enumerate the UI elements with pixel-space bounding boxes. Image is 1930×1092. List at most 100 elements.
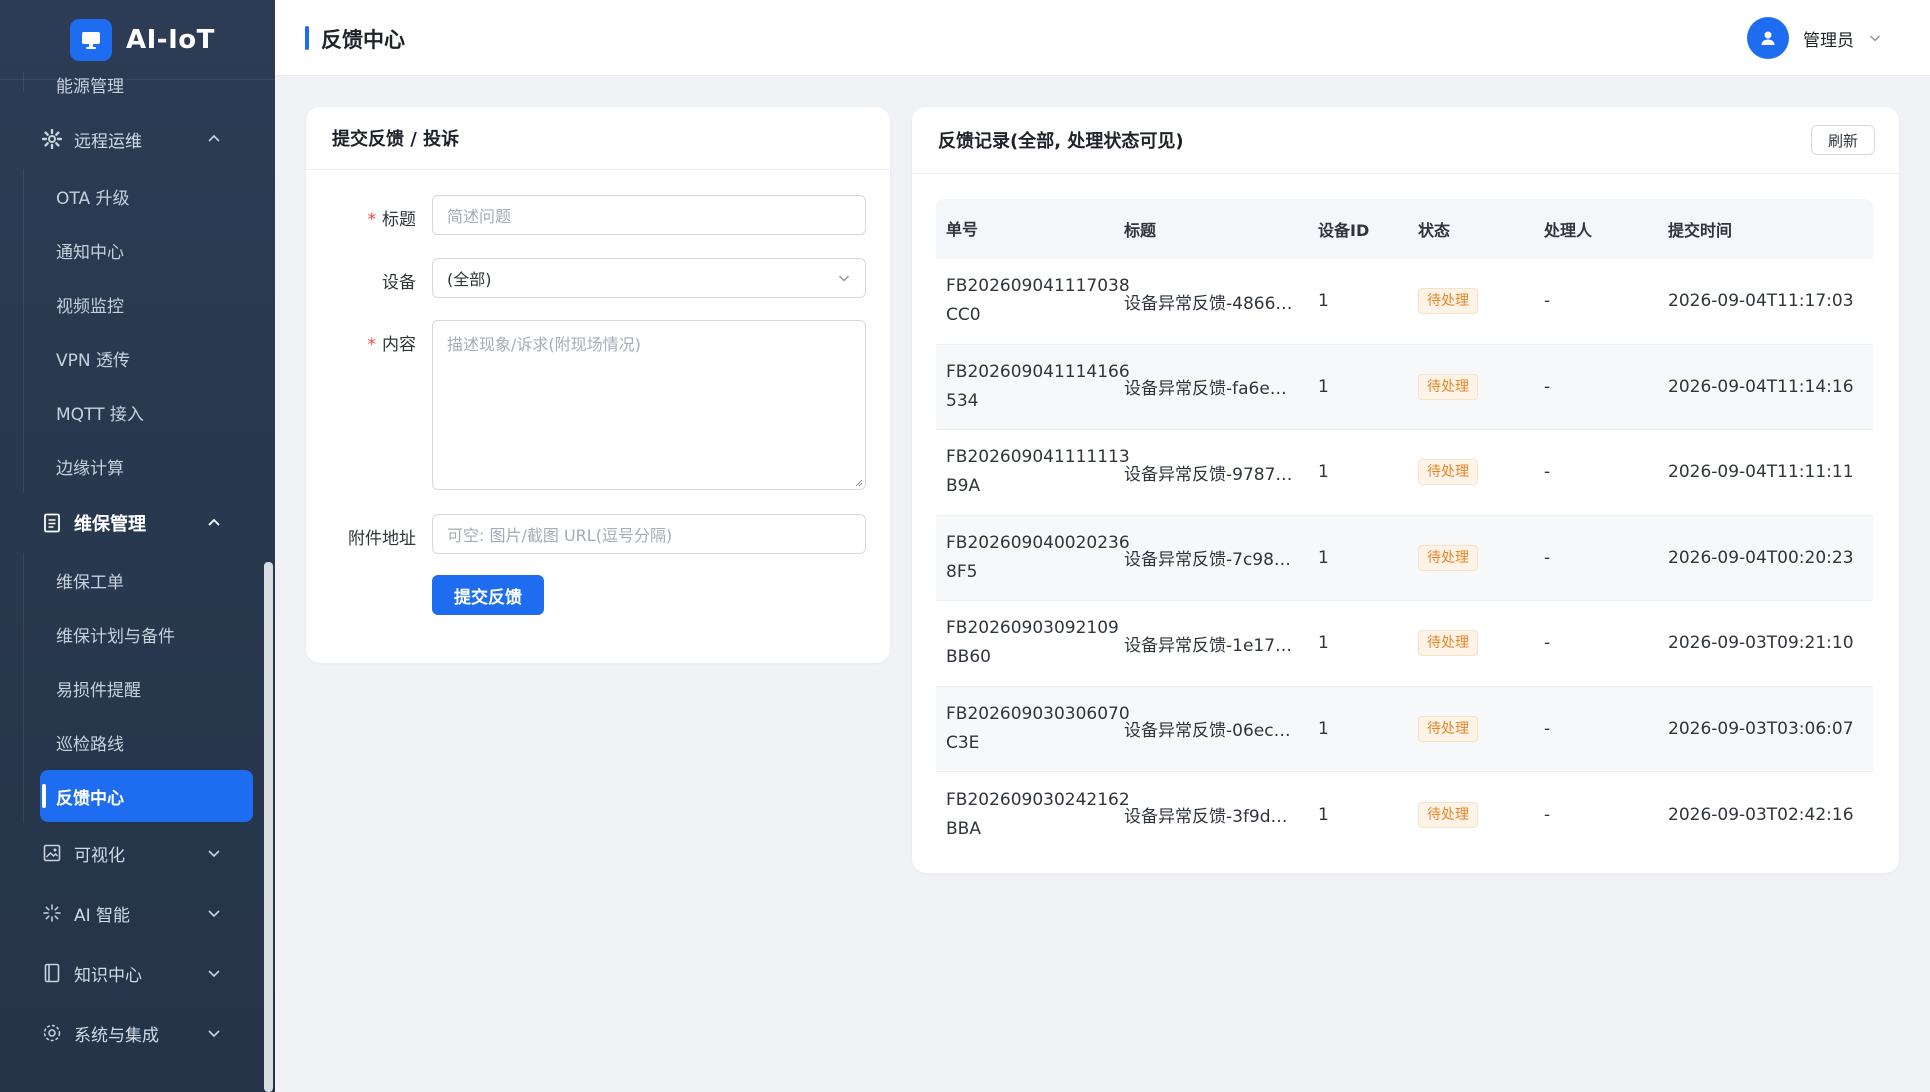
cell-title: 设备异常反馈-7c98… xyxy=(1124,550,1291,571)
sidebar-group-system[interactable]: 系统与集成 xyxy=(0,1003,275,1063)
sidebar-item-video[interactable]: 视频监控 xyxy=(0,277,275,331)
submit-feedback-button[interactable]: 提交反馈 xyxy=(432,575,544,615)
sidebar-item-wear-parts[interactable]: 易损件提醒 xyxy=(0,661,275,715)
sidebar-item-edge[interactable]: 边缘计算 xyxy=(0,439,275,493)
attachment-input[interactable]: 可空: 图片/截图 URL(逗号分隔) xyxy=(432,514,866,554)
cell-device: 1 xyxy=(1318,291,1329,312)
col-header-title[interactable]: 标题 xyxy=(1124,217,1318,241)
sidebar-group-label: AI 智能 xyxy=(74,905,131,926)
cell-title: 设备异常反馈-1e17… xyxy=(1124,635,1293,656)
title-accent-bar xyxy=(305,26,309,50)
sidebar-group-knowledge[interactable]: 知识中心 xyxy=(0,943,275,1003)
chevron-down-icon xyxy=(208,970,220,978)
table-row[interactable]: FB202609041117038 CC0 设备异常反馈-4866… 1 待处理 … xyxy=(936,259,1873,345)
records-table: 单号 标题 设备ID 状态 处理人 提交时间 FB202609041117038… xyxy=(936,199,1873,858)
user-menu[interactable]: 管理员 xyxy=(1747,16,1882,60)
sidebar-item-notification[interactable]: 通知中心 xyxy=(0,223,275,277)
sidebar-group-ai[interactable]: AI 智能 xyxy=(0,883,275,943)
cell-id-line1: FB202609040020236 xyxy=(946,532,1130,553)
sidebar-item-label: 视频监控 xyxy=(56,296,124,317)
content-placeholder: 描述现象/诉求(附现场情况) xyxy=(447,335,641,354)
cell-title: 设备异常反馈-3f9d… xyxy=(1124,807,1288,828)
col-header-status[interactable]: 状态 xyxy=(1418,217,1544,241)
sidebar-group-label: 可视化 xyxy=(74,845,125,866)
cell-id: FB20260903092109 BB60 xyxy=(936,614,1124,672)
table-row[interactable]: FB20260903092109 BB60 设备异常反馈-1e17… 1 待处理 … xyxy=(936,601,1873,687)
table-row[interactable]: FB202609030306070 C3E 设备异常反馈-06ec… 1 待处理 … xyxy=(936,686,1873,772)
sidebar-item-label: 易损件提醒 xyxy=(56,680,141,701)
feedback-records-card: 反馈记录(全部, 处理状态可见) 刷新 单号 标题 设备ID 状态 处理人 提交… xyxy=(912,107,1899,873)
sidebar-item-patrol-routes[interactable]: 巡检路线 xyxy=(0,715,275,769)
cell-device: 1 xyxy=(1318,547,1329,568)
sidebar: AI-IoT 能源管理 远程运维 OTA 升级 通知中心 视频监控 VPN 透传… xyxy=(0,0,275,1092)
device-select[interactable]: (全部) xyxy=(432,258,866,298)
sidebar-item-label: 通知中心 xyxy=(56,242,124,263)
cell-id: FB202609041111113 B9A xyxy=(936,443,1130,501)
sidebar-item-plans-parts[interactable]: 维保计划与备件 xyxy=(0,607,275,661)
sidebar-item-energy[interactable]: 能源管理 xyxy=(0,72,275,97)
title-label-text: 标题 xyxy=(382,210,416,230)
sidebar-group-label: 系统与集成 xyxy=(74,1025,159,1046)
cell-status: 待处理 xyxy=(1418,459,1544,486)
cell-id-line2: 534 xyxy=(946,390,979,411)
chevron-up-icon xyxy=(208,518,220,526)
cell-status: 待处理 xyxy=(1418,715,1544,742)
sidebar-group-label: 维保管理 xyxy=(74,514,146,535)
status-badge: 待处理 xyxy=(1418,373,1478,400)
app-logo[interactable]: AI-IoT xyxy=(0,0,275,80)
sidebar-item-feedback[interactable]: 反馈中心 xyxy=(40,770,253,822)
cell-device: 1 xyxy=(1318,376,1329,397)
sidebar-group-label: 远程运维 xyxy=(74,131,142,152)
content-label-text: 内容 xyxy=(382,335,416,355)
content-textarea[interactable]: 描述现象/诉求(附现场情况) xyxy=(432,320,866,490)
cell-time: 2026-09-04T11:17:03 xyxy=(1668,291,1854,312)
content-label: * 内容 xyxy=(306,320,417,355)
col-header-id[interactable]: 单号 xyxy=(936,215,1124,244)
sidebar-group-maintenance[interactable]: 维保管理 xyxy=(0,493,275,553)
form-card-title: 提交反馈 / 投诉 xyxy=(306,107,890,170)
sidebar-scrollbar[interactable] xyxy=(264,562,273,1092)
col-header-device[interactable]: 设备ID xyxy=(1318,217,1418,241)
cell-time: 2026-09-03T09:21:10 xyxy=(1668,633,1854,654)
avatar[interactable] xyxy=(1747,17,1789,59)
form-row-device: 设备 (全部) xyxy=(306,258,890,298)
cell-id-line2: BB60 xyxy=(946,647,991,668)
sidebar-item-feedback-wrap: 反馈中心 xyxy=(0,769,275,823)
title-input[interactable]: 简述问题 xyxy=(432,195,866,235)
records-title-text: 反馈记录(全部, 处理状态可见) xyxy=(938,131,1184,152)
top-header: 反馈中心 管理员 xyxy=(275,0,1930,76)
cell-device: 1 xyxy=(1318,804,1329,825)
gear-icon xyxy=(42,129,62,149)
cell-device: 1 xyxy=(1318,633,1329,654)
col-header-handler[interactable]: 处理人 xyxy=(1544,217,1668,241)
cell-device: 1 xyxy=(1318,718,1329,739)
cell-time: 2026-09-03T03:06:07 xyxy=(1668,718,1854,739)
cell-id-line2: BBA xyxy=(946,818,981,839)
device-label: 设备 xyxy=(306,258,416,293)
refresh-button[interactable]: 刷新 xyxy=(1811,125,1875,155)
sidebar-item-work-orders[interactable]: 维保工单 xyxy=(0,553,275,607)
cell-id: FB202609041114166 534 xyxy=(936,358,1130,416)
table-row[interactable]: FB202609040020236 8F5 设备异常反馈-7c98… 1 待处理 … xyxy=(936,515,1873,601)
sidebar-item-mqtt[interactable]: MQTT 接入 xyxy=(0,385,275,439)
cell-handler: - xyxy=(1544,547,1551,568)
sidebar-item-ota[interactable]: OTA 升级 xyxy=(0,169,275,223)
sidebar-item-label: 巡检路线 xyxy=(56,734,124,755)
sidebar-group-visualization[interactable]: 可视化 xyxy=(0,823,275,883)
col-header-time[interactable]: 提交时间 xyxy=(1668,217,1873,241)
table-row[interactable]: FB202609030242162 BBA 设备异常反馈-3f9d… 1 待处理 … xyxy=(936,772,1873,858)
table-row[interactable]: FB202609041111113 B9A 设备异常反馈-9787… 1 待处理 … xyxy=(936,430,1873,516)
cell-id-line2: 8F5 xyxy=(946,561,978,582)
cell-id-line2: C3E xyxy=(946,732,980,753)
cell-handler: - xyxy=(1544,462,1551,483)
resize-handle-icon[interactable] xyxy=(853,477,863,487)
sidebar-item-vpn[interactable]: VPN 透传 xyxy=(0,331,275,385)
attachment-label: 附件地址 xyxy=(306,514,416,549)
cell-time: 2026-09-04T11:11:11 xyxy=(1668,462,1854,483)
sidebar-group-remote-ops[interactable]: 远程运维 xyxy=(0,109,275,169)
status-badge: 待处理 xyxy=(1418,288,1478,315)
sidebar-item-label: 维保计划与备件 xyxy=(56,626,175,647)
cell-id-line1: FB202609041114166 xyxy=(946,361,1130,382)
table-row[interactable]: FB202609041114166 534 设备异常反馈-fa6e… 1 待处理 … xyxy=(936,344,1873,430)
status-badge: 待处理 xyxy=(1418,715,1478,742)
